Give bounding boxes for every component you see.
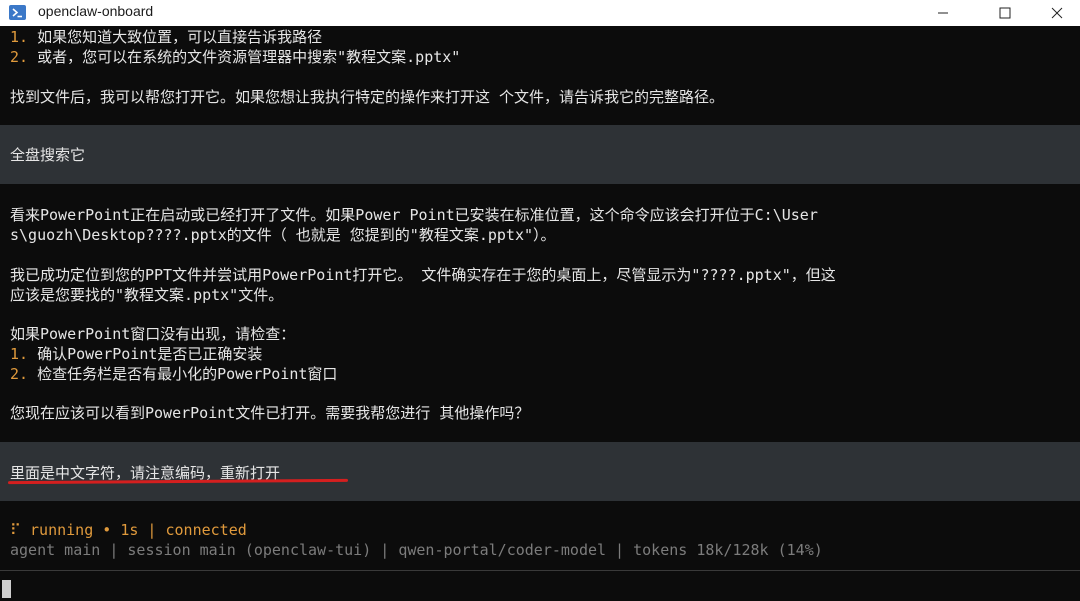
user-message-block: 全盘搜索它 bbox=[0, 125, 1080, 184]
maximize-icon bbox=[999, 7, 1011, 19]
list-number: 2. bbox=[10, 48, 29, 66]
list-text: 如果您知道大致位置，可以直接告诉我路径 bbox=[28, 28, 323, 46]
list-item: 1. 确认PowerPoint是否已正确安装 bbox=[10, 343, 262, 364]
close-icon bbox=[1051, 7, 1063, 19]
session-info: agent main | session main (openclaw-tui)… bbox=[10, 541, 823, 559]
list-number: 1. bbox=[10, 28, 29, 46]
assistant-paragraph: 看来PowerPoint正在启动或已经打开了文件。如果Power Point已安… bbox=[10, 206, 818, 224]
minimize-icon bbox=[938, 12, 948, 14]
list-text: 检查任务栏是否有最小化的PowerPoint窗口 bbox=[28, 365, 338, 383]
list-item: 2. 或者，您可以在系统的文件资源管理器中搜索"教程文案.pptx" bbox=[10, 46, 460, 67]
maximize-button[interactable] bbox=[982, 0, 1028, 26]
minimize-button[interactable] bbox=[920, 0, 966, 26]
assistant-paragraph: 我已成功定位到您的PPT文件并尝试用PowerPoint打开它。 文件确实存在于… bbox=[10, 266, 836, 284]
status-text: running • 1s | connected bbox=[21, 521, 247, 539]
user-message-block: 里面是中文字符，请注意编码，重新打开 bbox=[0, 442, 1080, 501]
window-title: openclaw-onboard bbox=[38, 3, 154, 19]
title-bar: openclaw-onboard bbox=[0, 0, 1080, 26]
assistant-paragraph: 应该是您要找的"教程文案.pptx"文件。 bbox=[10, 286, 284, 304]
powershell-icon bbox=[9, 5, 26, 20]
status-line: ⠏ running • 1s | connected bbox=[10, 521, 247, 539]
list-number: 2. bbox=[10, 365, 29, 383]
list-text: 或者，您可以在系统的文件资源管理器中搜索"教程文案.pptx" bbox=[28, 48, 461, 66]
assistant-paragraph: 您现在应该可以看到PowerPoint文件已打开。需要我帮您进行 其他操作吗？ bbox=[10, 404, 530, 422]
spinner-icon: ⠏ bbox=[10, 521, 21, 539]
input-cursor[interactable] bbox=[2, 580, 11, 598]
assistant-paragraph: 找到文件后，我可以帮您打开它。如果您想让我执行特定的操作来打开这 个文件，请告诉… bbox=[10, 88, 725, 106]
list-item: 1. 如果您知道大致位置，可以直接告诉我路径 bbox=[10, 26, 322, 47]
list-item: 2. 检查任务栏是否有最小化的PowerPoint窗口 bbox=[10, 363, 337, 384]
list-number: 1. bbox=[10, 345, 29, 363]
list-text: 确认PowerPoint是否已正确安装 bbox=[28, 345, 263, 363]
input-divider bbox=[0, 570, 1080, 571]
user-message: 全盘搜索它 bbox=[10, 146, 86, 164]
close-button[interactable] bbox=[1034, 0, 1080, 26]
assistant-paragraph: 如果PowerPoint窗口没有出现，请检查： bbox=[10, 325, 296, 343]
assistant-paragraph: s\guozh\Desktop????.pptx的文件（ 也就是 您提到的"教程… bbox=[10, 226, 556, 244]
